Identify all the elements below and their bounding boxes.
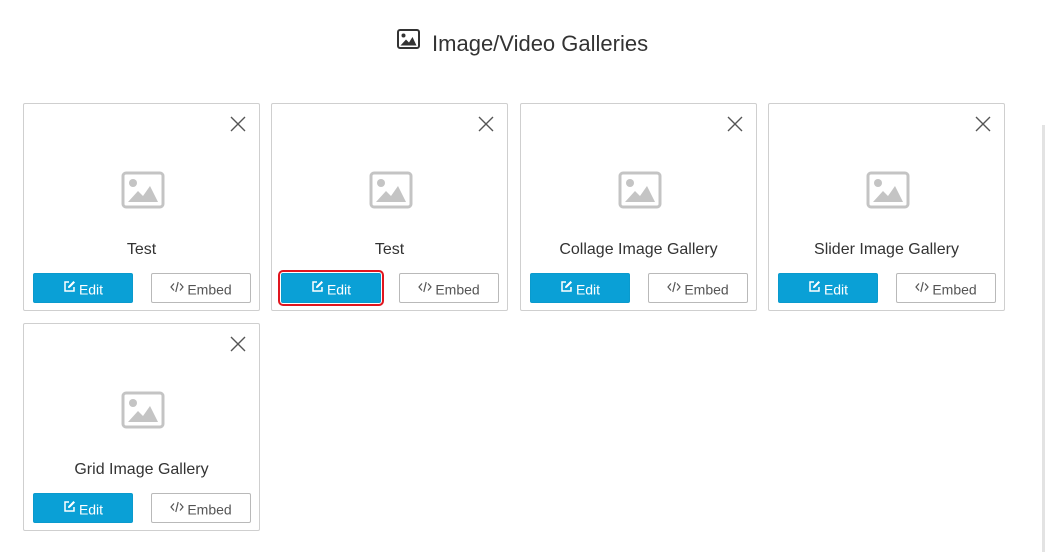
embed-button[interactable]: Embed [399, 273, 499, 303]
close-icon[interactable] [726, 115, 744, 133]
edit-icon [63, 274, 76, 302]
image-icon [396, 27, 420, 57]
code-icon [667, 274, 682, 302]
gallery-card: Test Edit Embed [23, 103, 260, 311]
close-icon[interactable] [974, 115, 992, 133]
gallery-title: Collage Image Gallery [559, 241, 718, 258]
page-title-text: Image/Video Galleries [432, 31, 649, 57]
gallery-card: Grid Image Gallery Edit Embed [23, 323, 260, 531]
close-icon[interactable] [477, 115, 495, 133]
code-icon [170, 494, 185, 522]
edit-icon [560, 274, 573, 302]
close-icon[interactable] [229, 335, 247, 353]
gallery-card: Test Edit Embed [271, 103, 508, 311]
gallery-card: Collage Image Gallery Edit Embed [520, 103, 757, 311]
embed-button[interactable]: Embed [151, 273, 251, 303]
close-icon[interactable] [229, 115, 247, 133]
edit-icon [63, 494, 76, 522]
edit-button[interactable]: Edit [278, 270, 384, 306]
embed-button[interactable]: Embed [151, 493, 251, 523]
embed-button[interactable]: Embed [896, 273, 996, 303]
image-placeholder-icon [121, 171, 165, 209]
image-placeholder-icon [121, 391, 165, 429]
edit-button[interactable]: Edit [33, 493, 133, 523]
galleries-page: Image/Video Galleries Test Edit Embed Te… [0, 0, 1045, 552]
image-placeholder-icon [866, 171, 910, 209]
gallery-title: Test [126, 241, 157, 258]
page-title: Image/Video Galleries [0, 28, 1045, 59]
edit-button[interactable]: Edit [33, 273, 133, 303]
code-icon [418, 274, 433, 302]
edit-button[interactable]: Edit [530, 273, 630, 303]
code-icon [170, 274, 185, 302]
image-placeholder-icon [369, 171, 413, 209]
gallery-card: Slider Image Gallery Edit Embed [768, 103, 1005, 311]
edit-icon [311, 274, 324, 302]
code-icon [915, 274, 930, 302]
gallery-title: Slider Image Gallery [814, 241, 959, 258]
gallery-title: Grid Image Gallery [74, 461, 209, 478]
embed-button[interactable]: Embed [648, 273, 748, 303]
edit-icon [808, 274, 821, 302]
edit-button[interactable]: Edit [778, 273, 878, 303]
gallery-title: Test [374, 241, 405, 258]
image-placeholder-icon [618, 171, 662, 209]
